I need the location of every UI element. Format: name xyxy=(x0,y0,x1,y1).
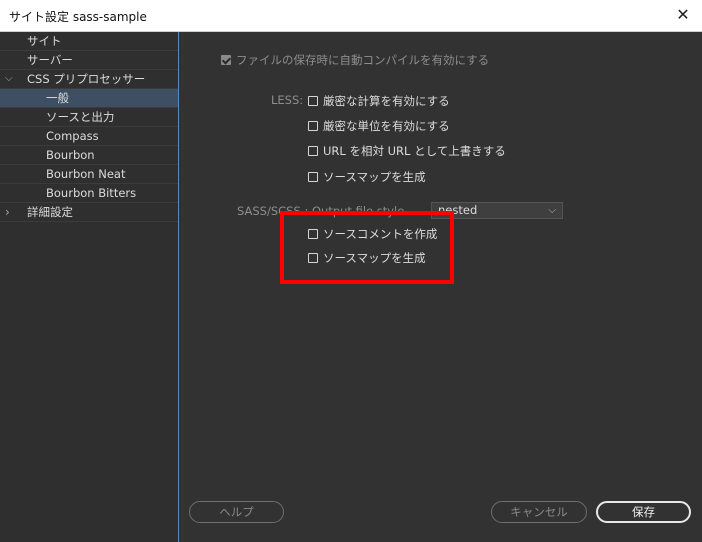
sass-source-map-option[interactable]: ソースマップを生成 xyxy=(308,250,426,266)
sass-source-comments-option[interactable]: ソースコメントを作成 xyxy=(308,226,437,242)
less-strict-units-label: 厳密な単位を有効にする xyxy=(323,119,450,133)
sidebar-item-label: サイト xyxy=(27,34,62,48)
sass-source-comments-checkbox[interactable] xyxy=(308,228,318,239)
save-button[interactable]: 保存 xyxy=(596,501,691,523)
less-relative-urls-checkbox[interactable] xyxy=(308,145,318,156)
less-strict-math-label: 厳密な計算を有効にする xyxy=(323,94,450,108)
sidebar-item-label: Compass xyxy=(46,129,99,143)
settings-panel: ファイルの保存時に自動コンパイルを有効にする LESS: 厳密な計算を有効にする… xyxy=(179,32,702,542)
sidebar-item-general[interactable]: 一般 xyxy=(0,89,178,108)
sidebar-item-label: CSS プリプロセッサー xyxy=(27,72,146,86)
less-strict-units-checkbox[interactable] xyxy=(308,120,318,131)
help-button[interactable]: ヘルプ xyxy=(189,501,284,523)
sass-source-comments-label: ソースコメントを作成 xyxy=(323,227,438,241)
sidebar-item-label: 詳細設定 xyxy=(27,205,73,219)
sidebar-item-advanced[interactable]: › 詳細設定 xyxy=(0,203,178,222)
sidebar-item-label: Bourbon Bitters xyxy=(46,186,137,200)
sidebar-item-bourbon-neat[interactable]: Bourbon Neat xyxy=(0,165,178,184)
chevron-right-icon[interactable]: › xyxy=(5,203,10,221)
highlight-annotation-box xyxy=(280,211,454,284)
window-title: サイト設定 sass-sample xyxy=(9,10,147,24)
less-section-label: LESS: xyxy=(271,93,304,107)
sass-section-label: SASS/SCSS : Output file style xyxy=(237,204,405,218)
auto-compile-option[interactable]: ファイルの保存時に自動コンパイルを有効にする xyxy=(221,52,489,68)
chevron-down-icon[interactable]: ⌵ xyxy=(5,70,13,88)
sidebar-item-label: サーバー xyxy=(27,53,73,67)
sass-source-map-label: ソースマップを生成 xyxy=(323,251,426,265)
less-strict-units-option[interactable]: 厳密な単位を有効にする xyxy=(308,118,450,134)
output-style-value: nested xyxy=(438,203,478,217)
sidebar-item-server[interactable]: サーバー xyxy=(0,51,178,70)
auto-compile-label: ファイルの保存時に自動コンパイルを有効にする xyxy=(236,53,490,67)
sidebar-item-source-output[interactable]: ソースと出力 xyxy=(0,108,178,127)
less-source-map-checkbox[interactable] xyxy=(308,171,318,182)
less-source-map-option[interactable]: ソースマップを生成 xyxy=(308,169,426,185)
sidebar-item-label: Bourbon Neat xyxy=(46,167,126,181)
chevron-down-icon: ⌵ xyxy=(548,205,556,216)
cancel-button[interactable]: キャンセル xyxy=(491,501,587,523)
less-relative-urls-label: URL を相対 URL として上書きする xyxy=(323,144,506,158)
sidebar-item-site[interactable]: サイト xyxy=(0,32,178,51)
sidebar-item-label: Bourbon xyxy=(46,148,95,162)
sidebar-item-compass[interactable]: Compass xyxy=(0,127,178,146)
less-strict-math-option[interactable]: 厳密な計算を有効にする xyxy=(308,93,450,109)
sidebar-item-label: ソースと出力 xyxy=(46,110,115,124)
sidebar-item-bourbon[interactable]: Bourbon xyxy=(0,146,178,165)
output-style-select[interactable]: nested ⌵ xyxy=(431,202,563,219)
less-strict-math-checkbox[interactable] xyxy=(308,95,318,106)
title-bar: サイト設定 sass-sample ✕ xyxy=(0,0,702,32)
sass-source-map-checkbox[interactable] xyxy=(308,252,318,263)
sidebar-item-bourbon-bitters[interactable]: Bourbon Bitters xyxy=(0,184,178,203)
sidebar-item-label: 一般 xyxy=(46,91,69,105)
less-source-map-label: ソースマップを生成 xyxy=(323,170,426,184)
less-relative-urls-option[interactable]: URL を相対 URL として上書きする xyxy=(308,143,506,159)
auto-compile-checkbox[interactable] xyxy=(221,54,231,65)
sidebar-item-css-preprocessor[interactable]: ⌵ CSS プリプロセッサー xyxy=(0,70,178,89)
close-icon[interactable]: ✕ xyxy=(672,4,694,26)
sidebar: サイト サーバー ⌵ CSS プリプロセッサー 一般 ソースと出力 Compas… xyxy=(0,32,179,542)
